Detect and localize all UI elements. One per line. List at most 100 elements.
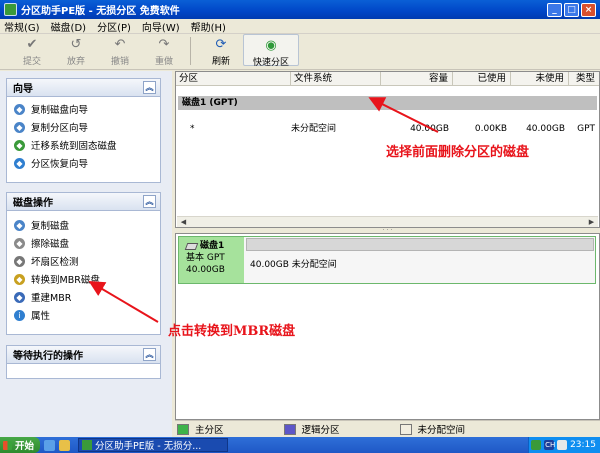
ime-indicator[interactable]: CH xyxy=(544,440,555,450)
window-controls: _ □ × xyxy=(547,2,596,17)
collapse-wizard-icon[interactable]: ︽ xyxy=(143,81,156,94)
unallocated-swatch xyxy=(399,423,412,435)
legend-primary: 主分区 xyxy=(177,422,224,436)
horizontal-scrollbar[interactable]: ◀ ▶ xyxy=(177,216,598,227)
cell-used: 0.00KB xyxy=(474,124,507,134)
unallocated-partition-block[interactable]: 40.00GB 未分配空间 xyxy=(246,238,594,282)
discard-icon: ↺ xyxy=(70,37,82,52)
column-partition[interactable]: 分区 xyxy=(176,72,291,86)
annotation-convert-mbr: 点击转换到MBR磁盘 xyxy=(168,324,296,339)
collapse-pending-icon[interactable]: ︽ xyxy=(143,348,156,361)
column-capacity[interactable]: 容量 xyxy=(381,72,453,86)
disk-op-label: 擦除磁盘 xyxy=(31,239,70,250)
properties-icon: i xyxy=(14,309,25,321)
disk-operations-panel: 磁盘操作 ︽ ◆ 复制磁盘 ◆ 擦除磁盘 ◆ 坏扇区检测 ◆ 转换到MBR磁盘 … xyxy=(6,192,161,335)
wizard-item-copy-disk[interactable]: ◆ 复制磁盘向导 xyxy=(7,100,160,118)
column-free[interactable]: 未使用 xyxy=(511,72,569,86)
restore-button[interactable]: □ xyxy=(564,2,579,17)
scroll-left-icon[interactable]: ◀ xyxy=(178,218,189,227)
tray-network-icon[interactable] xyxy=(531,440,542,450)
close-button[interactable]: × xyxy=(581,2,596,17)
copy-partition-wizard-icon: ◆ xyxy=(14,121,25,133)
partition-list-header: 分区 文件系统 容量 已使用 未使用 类型 xyxy=(176,72,599,86)
wizard-item-partition-recovery[interactable]: ◆ 分区恢复向导 xyxy=(7,154,160,172)
undo-icon: ↶ xyxy=(114,37,126,52)
window-title: 分区助手PE版 - 无损分区 免费软件 xyxy=(21,6,180,17)
cell-filesystem: 未分配空间 xyxy=(291,124,337,134)
copy-disk-icon: ◆ xyxy=(14,219,25,231)
disk-op-properties[interactable]: i 属性 xyxy=(7,306,160,324)
taskbar-app-label: 分区助手PE版 - 无损分... xyxy=(95,441,202,452)
discard-button[interactable]: ↺ 放弃 xyxy=(54,34,98,68)
cell-free: 40.00GB xyxy=(526,124,565,134)
wizard-item-label: 迁移系统到固态磁盘 xyxy=(31,141,117,152)
disk-name: 磁盘1 xyxy=(200,241,225,251)
disk-op-rebuild-mbr[interactable]: ◆ 重建MBR xyxy=(7,288,160,306)
quick-launch-folder-icon[interactable] xyxy=(59,439,70,451)
menu-help[interactable]: 帮助(H) xyxy=(191,19,226,34)
bad-sector-check-icon: ◆ xyxy=(14,255,25,267)
column-filesystem[interactable]: 文件系统 xyxy=(291,72,381,86)
minimize-button[interactable]: _ xyxy=(547,2,562,17)
disk-op-copy-disk[interactable]: ◆ 复制磁盘 xyxy=(7,216,160,234)
logical-partition-swatch xyxy=(283,423,296,435)
redo-icon: ↷ xyxy=(158,37,170,52)
collapse-disk-ops-icon[interactable]: ︽ xyxy=(143,195,156,208)
partition-usage-bar xyxy=(246,238,594,251)
disk-op-bad-sector-check[interactable]: ◆ 坏扇区检测 xyxy=(7,252,160,270)
wipe-disk-icon: ◆ xyxy=(14,237,25,249)
menu-disk[interactable]: 磁盘(D) xyxy=(51,19,87,34)
legend-unallocated: 未分配空间 xyxy=(399,422,465,436)
menu-partition[interactable]: 分区(P) xyxy=(97,19,131,34)
main-area: 分区 文件系统 容量 已使用 未使用 类型 磁盘1 (GPT) * 未分配空间 … xyxy=(175,71,600,437)
wizard-panel: 向导 ︽ ◆ 复制磁盘向导 ◆ 复制分区向导 ◆ 迁移系统到固态磁盘 ◆ 分区恢… xyxy=(6,78,161,183)
taskbar-app-button[interactable]: 分区助手PE版 - 无损分... xyxy=(78,438,228,452)
disk-card[interactable]: 磁盘1 基本 GPT 40.00GB 40.00GB 未分配空间 xyxy=(178,236,596,284)
disk-op-wipe-disk[interactable]: ◆ 擦除磁盘 xyxy=(7,234,160,252)
column-used[interactable]: 已使用 xyxy=(453,72,511,86)
column-type[interactable]: 类型 xyxy=(569,72,599,86)
rebuild-mbr-icon: ◆ xyxy=(14,291,25,303)
disk-header-row[interactable]: 磁盘1 (GPT) xyxy=(178,96,597,110)
commit-label: 提交 xyxy=(22,57,41,67)
refresh-icon: ⟳ xyxy=(215,37,227,52)
disk-op-label: 坏扇区检测 xyxy=(31,257,79,268)
quick-partition-label: 快速分区 xyxy=(252,58,289,68)
cell-partition: * xyxy=(190,124,195,134)
disk-size: 40.00GB xyxy=(186,265,225,275)
undo-button[interactable]: ↶ 撤销 xyxy=(98,34,142,68)
clock: 23:15 xyxy=(570,440,596,450)
disk-operations-title: 磁盘操作 xyxy=(13,198,53,209)
wizard-panel-title: 向导 xyxy=(13,84,33,95)
disk-operations-header[interactable]: 磁盘操作 ︽ xyxy=(7,193,160,211)
menu-wizard[interactable]: 向导(W) xyxy=(142,19,180,34)
discard-label: 放弃 xyxy=(66,57,85,67)
toolbar: ✔ 提交 ↺ 放弃 ↶ 撤销 ↷ 重做 ⟳ 刷新 ◉ 快速分区 xyxy=(0,34,600,70)
redo-button[interactable]: ↷ 重做 xyxy=(142,34,186,68)
pending-operations-header[interactable]: 等待执行的操作 ︽ xyxy=(7,346,160,364)
disk-op-label: 转换到MBR磁盘 xyxy=(31,275,100,286)
wizard-item-label: 复制分区向导 xyxy=(31,123,89,134)
wizard-item-label: 分区恢复向导 xyxy=(31,159,89,170)
tray-volume-icon[interactable] xyxy=(557,440,568,450)
legend-bar: 主分区 逻辑分区 未分配空间 xyxy=(175,420,600,437)
wizard-panel-header[interactable]: 向导 ︽ xyxy=(7,79,160,97)
commit-button[interactable]: ✔ 提交 xyxy=(10,34,54,68)
disk-op-convert-to-mbr[interactable]: ◆ 转换到MBR磁盘 xyxy=(7,270,160,288)
start-button[interactable]: 开始 xyxy=(0,437,40,453)
table-row[interactable]: * 未分配空间 40.00GB 0.00KB 40.00GB GPT xyxy=(176,122,599,136)
migrate-os-ssd-icon: ◆ xyxy=(14,139,25,151)
quick-partition-icon: ◉ xyxy=(265,38,277,53)
wizard-item-migrate-ssd[interactable]: ◆ 迁移系统到固态磁盘 xyxy=(7,136,160,154)
quick-launch-ie-icon[interactable] xyxy=(44,439,55,451)
disk-op-label: 复制磁盘 xyxy=(31,221,70,232)
menu-general[interactable]: 常规(G) xyxy=(4,19,40,34)
wizard-item-copy-partition[interactable]: ◆ 复制分区向导 xyxy=(7,118,160,136)
disk-op-label: 重建MBR xyxy=(31,293,72,304)
wizard-item-label: 复制磁盘向导 xyxy=(31,105,89,116)
refresh-button[interactable]: ⟳ 刷新 xyxy=(199,34,243,68)
disk-info[interactable]: 磁盘1 基本 GPT 40.00GB xyxy=(179,237,244,283)
redo-label: 重做 xyxy=(154,57,173,67)
scroll-right-icon[interactable]: ▶ xyxy=(586,218,597,227)
quick-partition-button[interactable]: ◉ 快速分区 xyxy=(243,34,299,68)
